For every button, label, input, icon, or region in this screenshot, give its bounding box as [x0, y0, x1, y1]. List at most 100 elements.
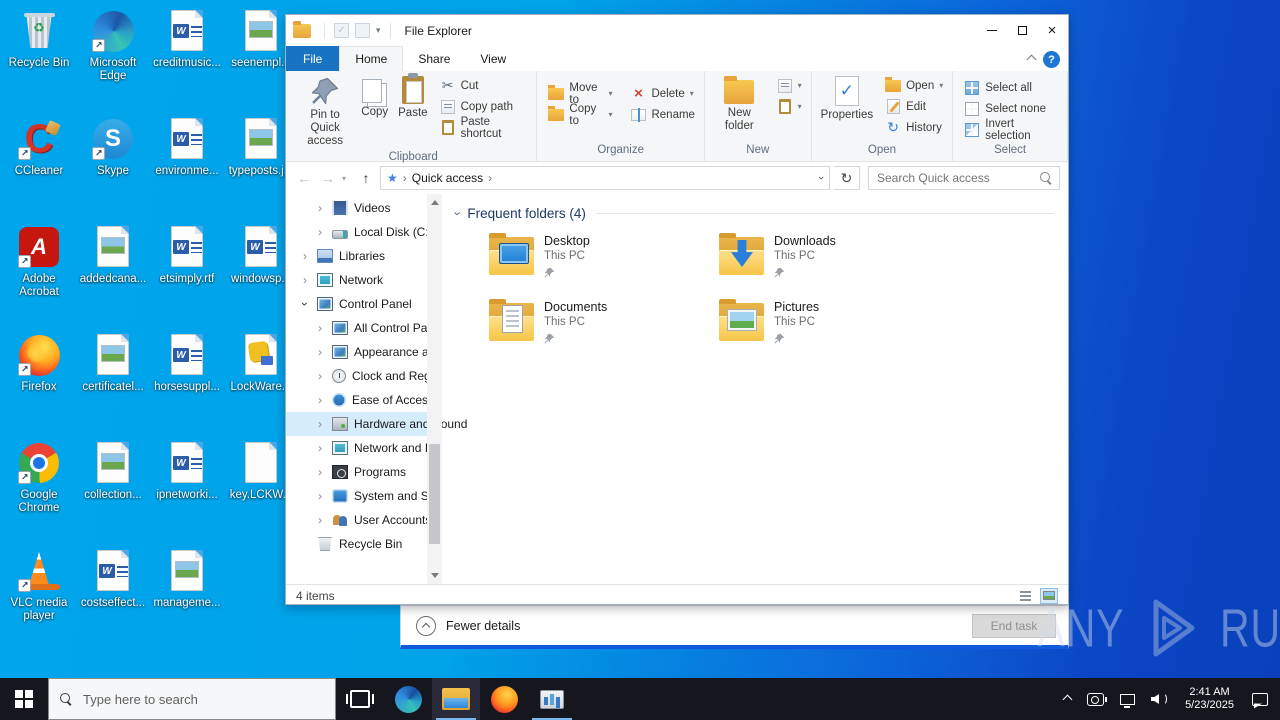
tree-item[interactable]: Recycle Bin — [286, 532, 442, 556]
tree-expander-icon[interactable] — [318, 201, 332, 215]
paste-button[interactable]: Paste — [393, 73, 432, 123]
desktop-icon[interactable]: collection... — [76, 440, 150, 548]
close-button[interactable]: × — [1037, 16, 1067, 45]
desktop-icon[interactable]: Google Chrome — [2, 440, 76, 548]
fewer-details-label[interactable]: Fewer details — [446, 619, 520, 633]
rename-button[interactable]: Rename — [627, 104, 697, 125]
cut-button[interactable]: ✂ Cut — [437, 75, 531, 96]
desktop-icon[interactable]: W creditmusic... — [150, 8, 224, 116]
scroll-down-icon[interactable] — [431, 573, 439, 578]
tree-item[interactable]: Hardware and Sound — [286, 412, 467, 436]
delete-button[interactable]: × Delete ▾ — [627, 83, 697, 104]
up-button[interactable]: ↑ — [356, 170, 376, 186]
taskbar-search-input[interactable] — [81, 690, 325, 708]
tree-expander-icon[interactable] — [318, 513, 332, 527]
scrollbar-thumb[interactable] — [429, 444, 440, 544]
new-item-button[interactable]: ▾ — [774, 75, 805, 96]
end-task-button[interactable]: End task — [972, 614, 1056, 638]
desktop-icon[interactable]: C CCleaner — [2, 116, 76, 224]
desktop-icon[interactable]: W environme... — [150, 116, 224, 224]
tree-item[interactable]: Programs — [286, 460, 442, 484]
fewer-details-toggle[interactable] — [416, 615, 436, 636]
taskbar-file-explorer-button[interactable] — [432, 678, 480, 720]
tree-item[interactable]: User Accounts — [286, 508, 442, 532]
desktop-icon[interactable]: manageme... — [150, 548, 224, 656]
tab-share[interactable]: Share — [403, 46, 465, 71]
qat-dropdown-icon[interactable]: ▾ — [376, 25, 381, 36]
tree-item[interactable]: Libraries — [286, 244, 442, 268]
move-to-button[interactable]: Move to ▾ — [545, 82, 615, 106]
desktop-icon[interactable]: W costseffect... — [76, 548, 150, 656]
meet-now-button[interactable] — [1081, 678, 1110, 720]
volume-tray-button[interactable] — [1145, 678, 1173, 720]
taskbar-edge-button[interactable] — [384, 678, 432, 720]
taskbar-clock[interactable]: 2:41 AM 5/23/2025 — [1177, 686, 1242, 712]
collapse-ribbon-icon[interactable] — [1026, 54, 1037, 65]
copy-path-button[interactable]: Copy path — [437, 96, 531, 117]
tab-home[interactable]: Home — [339, 46, 404, 71]
desktop-icon[interactable]: W ipnetworki... — [150, 440, 224, 548]
edit-button[interactable]: Edit — [882, 96, 946, 117]
task-view-button[interactable] — [336, 678, 384, 720]
address-dropdown-icon[interactable]: › — [815, 176, 827, 180]
tree-item[interactable]: Ease of Access — [286, 388, 442, 412]
tree-expander-icon[interactable] — [318, 465, 332, 479]
tree-expander-icon[interactable] — [318, 441, 332, 455]
scroll-up-icon[interactable] — [431, 200, 439, 205]
address-input[interactable]: ★ › Quick access › › — [380, 166, 830, 190]
taskbar-firefox-button[interactable] — [480, 678, 528, 720]
tree-item[interactable]: Network — [286, 268, 442, 292]
new-folder-button[interactable]: New folder — [709, 73, 770, 136]
properties-button[interactable]: ✓ Properties — [816, 73, 878, 125]
explorer-search[interactable] — [868, 166, 1060, 190]
search-icon[interactable] — [1039, 171, 1053, 185]
desktop-icon[interactable]: A Adobe Acrobat — [2, 224, 76, 332]
desktop-icon[interactable]: VLC media player — [2, 548, 76, 656]
copy-button[interactable]: Copy — [356, 73, 393, 122]
desktop-icon[interactable]: ♻ Recycle Bin — [2, 8, 76, 116]
forward-button[interactable]: → — [318, 170, 338, 186]
minimize-button[interactable] — [977, 16, 1007, 45]
breadcrumb[interactable]: Quick access — [412, 171, 483, 185]
nav-scrollbar[interactable] — [427, 194, 442, 584]
taskbar-search[interactable] — [48, 678, 336, 720]
folder-tile[interactable]: Documents This PC — [488, 297, 718, 361]
tree-item[interactable]: Control Panel — [286, 292, 442, 316]
network-tray-button[interactable] — [1114, 678, 1141, 720]
tree-item[interactable]: System and Se — [286, 484, 442, 508]
history-button[interactable]: ↻ History — [882, 117, 946, 138]
desktop-icon[interactable]: Microsoft Edge — [76, 8, 150, 116]
show-hidden-icons-button[interactable] — [1058, 678, 1077, 720]
tree-expander-icon[interactable] — [318, 321, 332, 335]
tree-expander-icon[interactable] — [303, 273, 317, 287]
tab-view[interactable]: View — [465, 46, 521, 71]
desktop-icon[interactable]: addedcana... — [76, 224, 150, 332]
start-button[interactable] — [0, 678, 48, 720]
details-view-button[interactable] — [1016, 588, 1034, 604]
chevron-right-icon[interactable]: › — [488, 171, 492, 185]
desktop-icon[interactable]: certificatel... — [76, 332, 150, 440]
desktop-icon[interactable]: W horsesuppl... — [150, 332, 224, 440]
help-button[interactable]: ? — [1043, 51, 1060, 68]
tree-expander-icon[interactable] — [318, 345, 332, 359]
folder-tile[interactable]: Desktop This PC — [488, 231, 718, 295]
paste-shortcut-button[interactable]: Paste shortcut — [437, 116, 531, 140]
tree-expander-icon[interactable] — [318, 225, 332, 239]
chevron-right-icon[interactable]: › — [403, 171, 407, 185]
explorer-search-input[interactable] — [875, 170, 1039, 186]
pin-to-quick-access-button[interactable]: Pin to Quick access — [294, 73, 356, 151]
easy-access-button[interactable]: ▾ — [774, 96, 805, 117]
folder-tile[interactable]: Pictures This PC — [718, 297, 948, 361]
back-button[interactable]: ← — [294, 170, 314, 186]
tree-expander-icon[interactable] — [303, 249, 317, 263]
tree-item[interactable]: Local Disk (C:) — [286, 220, 442, 244]
tree-expander-icon[interactable] — [318, 417, 332, 431]
collapse-group-icon[interactable]: › — [451, 211, 466, 215]
tree-expander-icon[interactable] — [303, 297, 317, 311]
select-all-button[interactable]: Select all — [961, 77, 1061, 98]
refresh-button[interactable]: ↻ — [834, 166, 860, 190]
folder-tile[interactable]: Downloads This PC — [718, 231, 948, 295]
tree-expander-icon[interactable] — [318, 489, 332, 503]
tab-file[interactable]: File — [286, 46, 340, 71]
qat-properties-icon[interactable]: ✓ — [334, 23, 349, 38]
